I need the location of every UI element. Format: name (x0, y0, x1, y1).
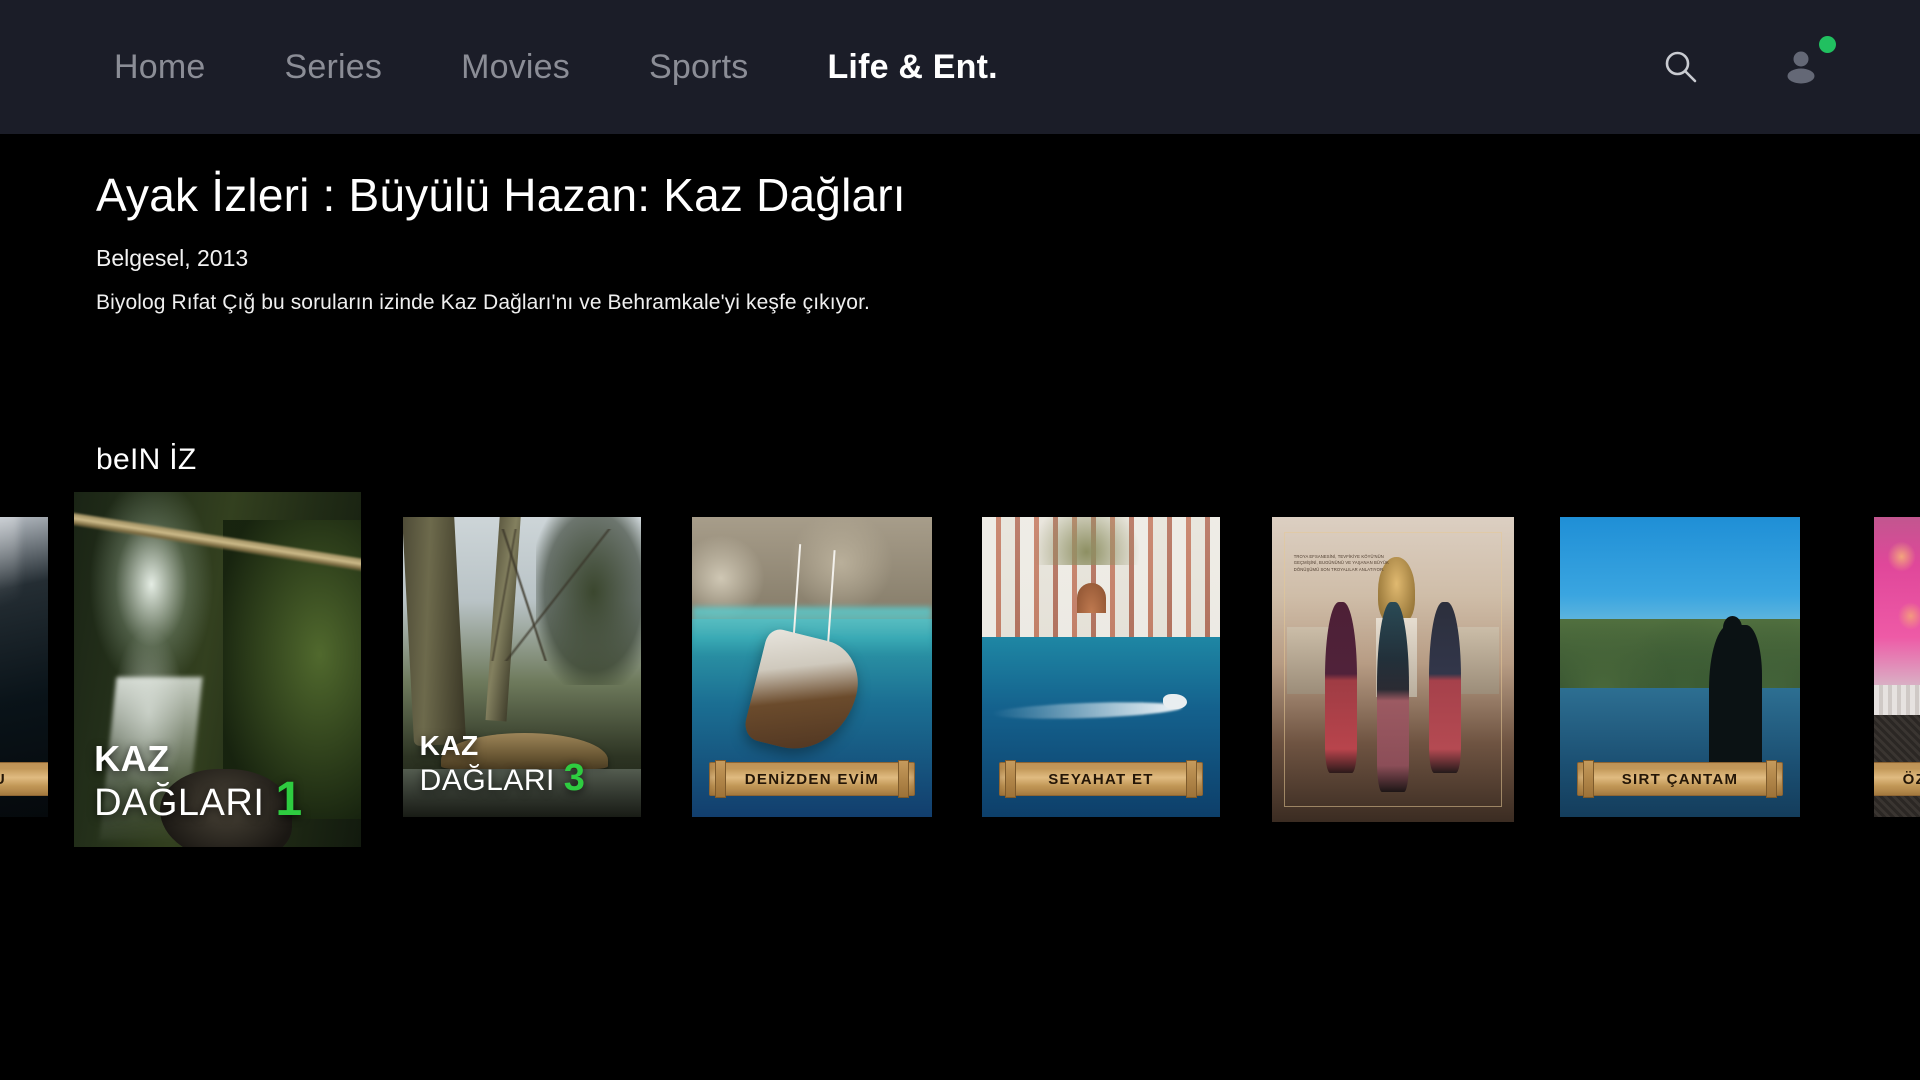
rail-card-sirt-cantam[interactable]: SIRT ÇANTAM (1560, 517, 1800, 817)
card-title-line-1: KAZ (94, 738, 170, 780)
card-title-text: ÖZE (1902, 770, 1920, 788)
rail-card-anlat-troya[interactable]: TROYA EFSANESİNİ, TEVFİKİYE KÖYÜ'NÜN GEÇ… (1272, 517, 1514, 822)
rail-card-kaz-daglari-1[interactable]: KAZ DAĞLARI 1 (74, 492, 361, 847)
nav-item-list: Home Series Movies Sports Life & Ent. (104, 0, 1008, 134)
poster-branches (436, 529, 618, 661)
poster-branch (74, 492, 361, 597)
card-poster: ÖZE (1874, 517, 1920, 817)
card-poster: KAZ DAĞLARI 3 (403, 517, 641, 817)
card-title-text: SIRT ÇANTAM (1621, 770, 1739, 788)
card-title-line-2: DAĞLARI 1 (94, 772, 303, 826)
card-poster: KAZ DAĞLARI 1 (74, 492, 361, 847)
search-icon (1665, 51, 1697, 83)
rail-card-denizden-evim[interactable]: DENİZDEN EVİM (692, 517, 932, 817)
poster-boat-wake (991, 699, 1183, 722)
card-plaque: DENİZDEN EVİM (708, 760, 916, 798)
card-title-text: SEYAHAT ET (1048, 770, 1154, 788)
nav-item-movies[interactable]: Movies (451, 44, 580, 90)
card-artwork: TROYA EFSANESİNİ, TEVFİKİYE KÖYÜ'NÜN GEÇ… (1272, 517, 1514, 822)
content-rail[interactable]: UKAZDAĞLARI 1KAZDAĞLARI 3DENİZDEN EVİMSE… (0, 492, 1920, 852)
card-title-line-2: DAĞLARI 3 (419, 756, 586, 799)
card-season-number: 3 (563, 756, 586, 799)
nav-item-home[interactable]: Home (104, 44, 216, 90)
card-title-overlay: KAZ DAĞLARI 3 (419, 730, 586, 799)
poster-cliff (692, 517, 932, 619)
card-poster: TROYA EFSANESİNİ, TEVFİKİYE KÖYÜ'NÜN GEÇ… (1272, 517, 1514, 822)
poster-dome (1077, 583, 1106, 613)
card-season-number: 1 (275, 772, 303, 826)
rail-card-edge-left-partial[interactable]: U (0, 517, 48, 817)
card-poster: SEYAHAT ET (982, 517, 1220, 817)
card-poster: SIRT ÇANTAM (1560, 517, 1800, 817)
card-plaque: SIRT ÇANTAM (1576, 760, 1784, 798)
poster-light-rays (0, 517, 20, 697)
nav-item-sports[interactable]: Sports (639, 44, 758, 90)
card-plaque: ÖZE (1874, 762, 1920, 796)
nav-actions (1642, 0, 1920, 134)
card-poster: U (0, 517, 48, 817)
card-title-text: DENİZDEN EVİM (744, 770, 880, 788)
nav-item-life-and-ent[interactable]: Life & Ent. (817, 44, 1007, 90)
nav-item-series[interactable]: Series (275, 44, 393, 90)
poster-lake (1560, 688, 1800, 817)
profile-button[interactable] (1760, 22, 1850, 112)
card-poster: DENİZDEN EVİM (692, 517, 932, 817)
card-title-line-1: KAZ (419, 730, 479, 762)
search-button[interactable] (1642, 28, 1720, 106)
poster-boat (1162, 694, 1187, 709)
poster-frame (1284, 532, 1502, 807)
rail-card-kaz-daglari-3[interactable]: KAZ DAĞLARI 3 (403, 517, 641, 817)
card-plaque: U (0, 762, 48, 796)
hero-meta: Belgesel, 2013 (96, 244, 249, 271)
poster-dress-pattern (1874, 517, 1920, 697)
poster-hills (1560, 619, 1800, 697)
hero-title: Ayak İzleri : Büyülü Hazan: Kaz Dağları (96, 169, 906, 221)
top-navigation-bar: Home Series Movies Sports Life & Ent. (0, 0, 1920, 134)
poster-hill (1034, 517, 1140, 565)
card-title-overlay: KAZ DAĞLARI 1 (94, 738, 303, 826)
poster-tagline-text: TROYA EFSANESİNİ, TEVFİKİYE KÖYÜ'NÜN GEÇ… (1293, 553, 1389, 572)
hero-description: Biyolog Rıfat Çığ bu soruların izinde Ka… (96, 290, 870, 314)
status-dot-icon (1819, 36, 1836, 53)
rail-card-edge-right-partial[interactable]: ÖZE (1874, 517, 1920, 817)
card-title-text: U (0, 771, 6, 788)
card-plaque: SEYAHAT ET (998, 760, 1204, 798)
rail-card-seyahat-et[interactable]: SEYAHAT ET (982, 517, 1220, 817)
rail-title: beIN İZ (96, 443, 197, 476)
hero-details: Ayak İzleri : Büyülü Hazan: Kaz Dağları … (96, 170, 1596, 315)
